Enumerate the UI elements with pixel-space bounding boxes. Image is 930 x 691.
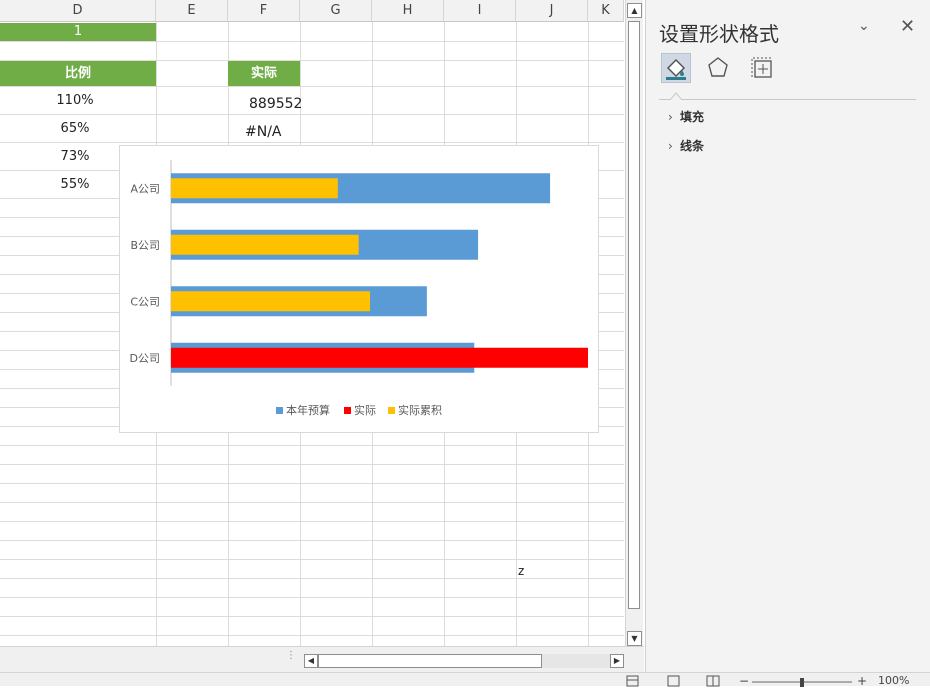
bar-cumulative [171,178,338,199]
active-tab-pointer [669,92,683,100]
section-fill[interactable]: › 填充 [668,108,704,125]
fill-line-tab[interactable] [661,53,691,83]
vertical-scrollbar[interactable]: ▲ ▼ [625,0,643,646]
bar-chart[interactable]: A公司 B公司 C公司 D公司本年预算 实际 实际累积 [119,145,599,433]
legend-label: 本年预算 [286,403,330,417]
cell-j-text[interactable]: z [518,562,524,580]
legend-label: 实际累积 [398,403,442,417]
worksheet-grid[interactable]: D E F G H I J K 1 比例 110% 65% 73% 55% 实际… [0,0,624,646]
bar-cumulative [171,291,371,312]
column-header-e[interactable]: E [156,0,228,22]
scroll-up-button[interactable]: ▲ [627,3,642,18]
category-label: B公司 [130,239,160,252]
cell-d-row1[interactable]: 1 [0,23,156,41]
bar-cumulative [171,234,359,255]
column-header-g[interactable]: G [300,0,372,22]
section-fill-label: 填充 [680,110,705,124]
legend-label: 实际 [354,403,376,417]
cell-d-header[interactable]: 比例 [0,61,156,86]
pane-divider [659,99,916,100]
zoom-in-icon[interactable]: + [857,674,867,688]
status-bar: − + 100% [0,672,930,688]
cell-f-header[interactable]: 实际 [228,61,300,86]
column-header-f[interactable]: F [228,0,300,22]
legend-swatch [344,407,351,414]
column-header-i[interactable]: I [444,0,516,22]
cell-f-row1[interactable]: 889552 [249,91,302,118]
splitter-handle[interactable]: ⋮ [286,651,296,667]
legend-swatch [276,407,283,414]
fill-line-icon [666,58,686,80]
size-properties-tab[interactable] [747,53,777,83]
sheet-tab-bar: ⋮ ◀ ▶ [0,646,644,672]
section-line[interactable]: › 线条 [668,137,704,154]
section-line-label: 线条 [680,139,705,153]
cell-d-value-2[interactable]: 65% [0,115,150,142]
legend-swatch [388,407,395,414]
close-icon[interactable]: ✕ [900,16,915,37]
category-label: C公司 [130,295,160,308]
size-properties-icon [751,57,773,79]
horizontal-scroll-thumb[interactable] [318,654,542,668]
pane-options-chevron-icon[interactable]: ⌄ [858,18,870,34]
zoom-out-icon[interactable]: − [739,674,749,688]
column-header-j[interactable]: J [516,0,588,22]
column-header-d[interactable]: D [0,0,156,22]
scroll-down-button[interactable]: ▼ [627,631,642,646]
category-label: A公司 [130,182,160,195]
chevron-right-icon: › [668,110,673,124]
cell-f-row2[interactable]: #N/A [245,119,282,146]
page-layout-icon[interactable] [667,675,680,687]
effects-tab[interactable] [704,53,734,83]
vertical-scroll-thumb[interactable] [628,21,640,609]
column-header-h[interactable]: H [372,0,444,22]
scroll-right-button[interactable]: ▶ [610,654,624,668]
zoom-level[interactable]: 100% [878,675,909,687]
status-bar-controls: − + [626,674,867,688]
chevron-right-icon: › [668,139,673,153]
scroll-left-button[interactable]: ◀ [304,654,318,668]
effects-icon [708,57,728,77]
category-label: D公司 [130,352,160,365]
bar-actual [171,347,588,368]
column-header-k[interactable]: K [588,0,624,22]
chart-canvas: A公司 B公司 C公司 D公司本年预算 实际 实际累积 [130,160,588,417]
format-shape-pane: 设置形状格式 ⌄ ✕ › 填充 › 线条 [645,0,930,672]
cell-d-value-1[interactable]: 110% [0,87,150,114]
pane-title: 设置形状格式 [659,22,779,46]
horizontal-scrollbar[interactable]: ◀ ▶ [304,654,624,668]
normal-view-icon[interactable] [626,675,639,687]
